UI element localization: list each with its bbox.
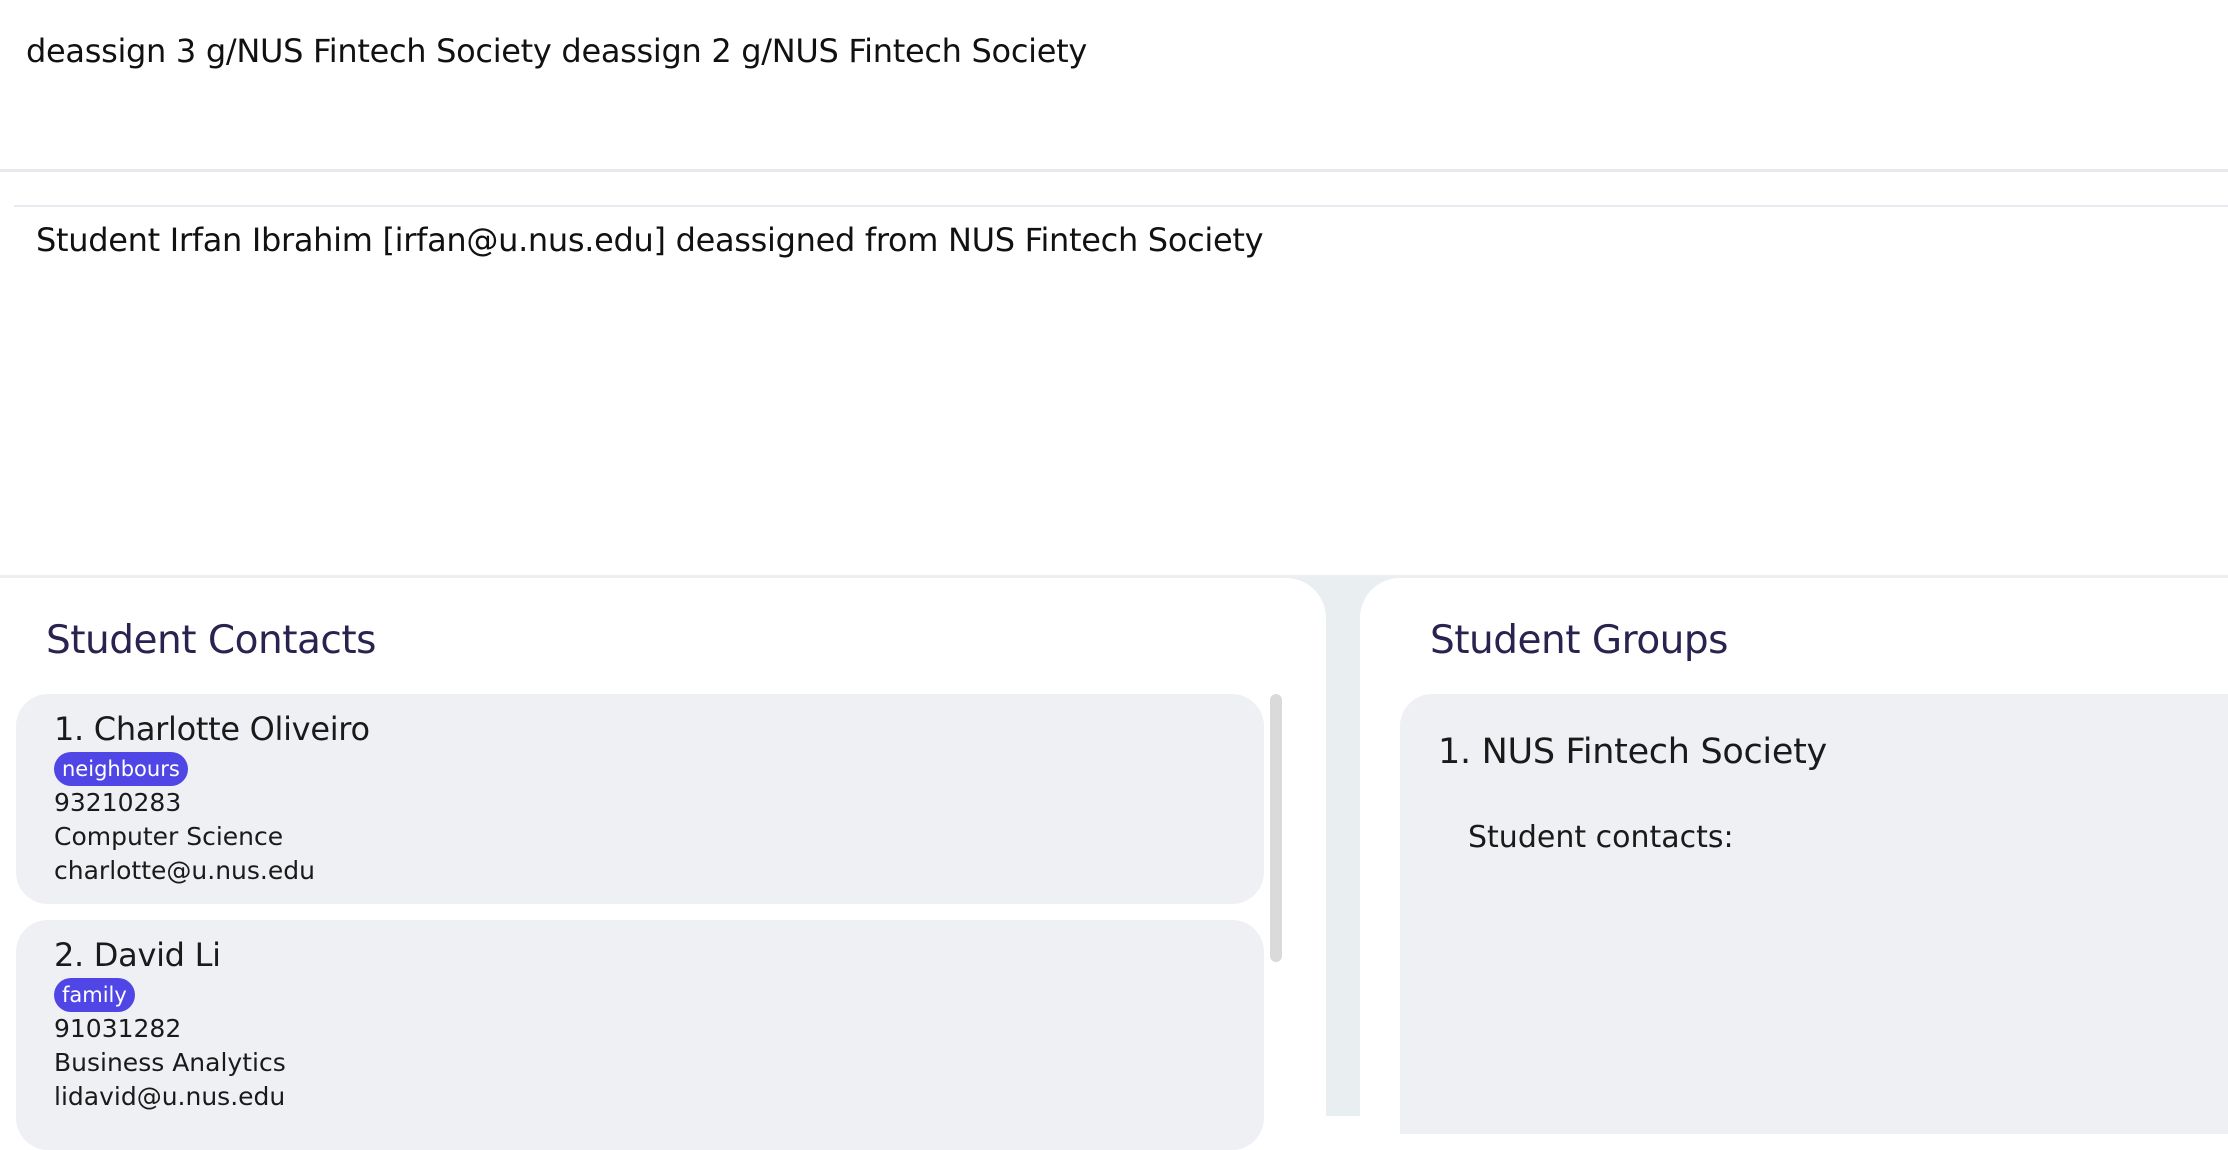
command-box[interactable]: deassign 3 g/NUS Fintech Society deassig… xyxy=(0,0,2228,172)
student-contacts-title: Student Contacts xyxy=(46,618,376,663)
student-contacts-panel: Student Contacts 1. Charlotte Oliveiro n… xyxy=(0,578,1326,1150)
contact-major: Business Analytics xyxy=(54,1048,286,1077)
contact-name: 1. Charlotte Oliveiro xyxy=(54,710,370,748)
result-display: Student Irfan Ibrahim [irfan@u.nus.edu] … xyxy=(14,205,2228,575)
contact-email: charlotte@u.nus.edu xyxy=(54,856,315,885)
contacts-scrollbar[interactable] xyxy=(1270,694,1282,962)
contact-phone: 93210283 xyxy=(54,788,182,817)
contact-tag: family xyxy=(54,978,135,1012)
contact-card[interactable]: 1. Charlotte Oliveiro neighbours 9321028… xyxy=(16,694,1264,904)
command-input[interactable]: deassign 3 g/NUS Fintech Society deassig… xyxy=(26,32,1087,70)
group-card[interactable]: 1. NUS Fintech Society Student contacts: xyxy=(1400,694,2228,1134)
group-contacts-label: Student contacts: xyxy=(1468,820,1734,855)
result-message: Student Irfan Ibrahim [irfan@u.nus.edu] … xyxy=(36,221,1264,259)
contact-phone: 91031282 xyxy=(54,1014,182,1043)
group-name: 1. NUS Fintech Society xyxy=(1438,732,1827,772)
student-groups-title: Student Groups xyxy=(1430,618,1728,663)
contact-tag: neighbours xyxy=(54,752,188,786)
contact-major: Computer Science xyxy=(54,822,284,851)
contact-name: 2. David Li xyxy=(54,936,221,974)
contact-email: lidavid@u.nus.edu xyxy=(54,1082,286,1111)
